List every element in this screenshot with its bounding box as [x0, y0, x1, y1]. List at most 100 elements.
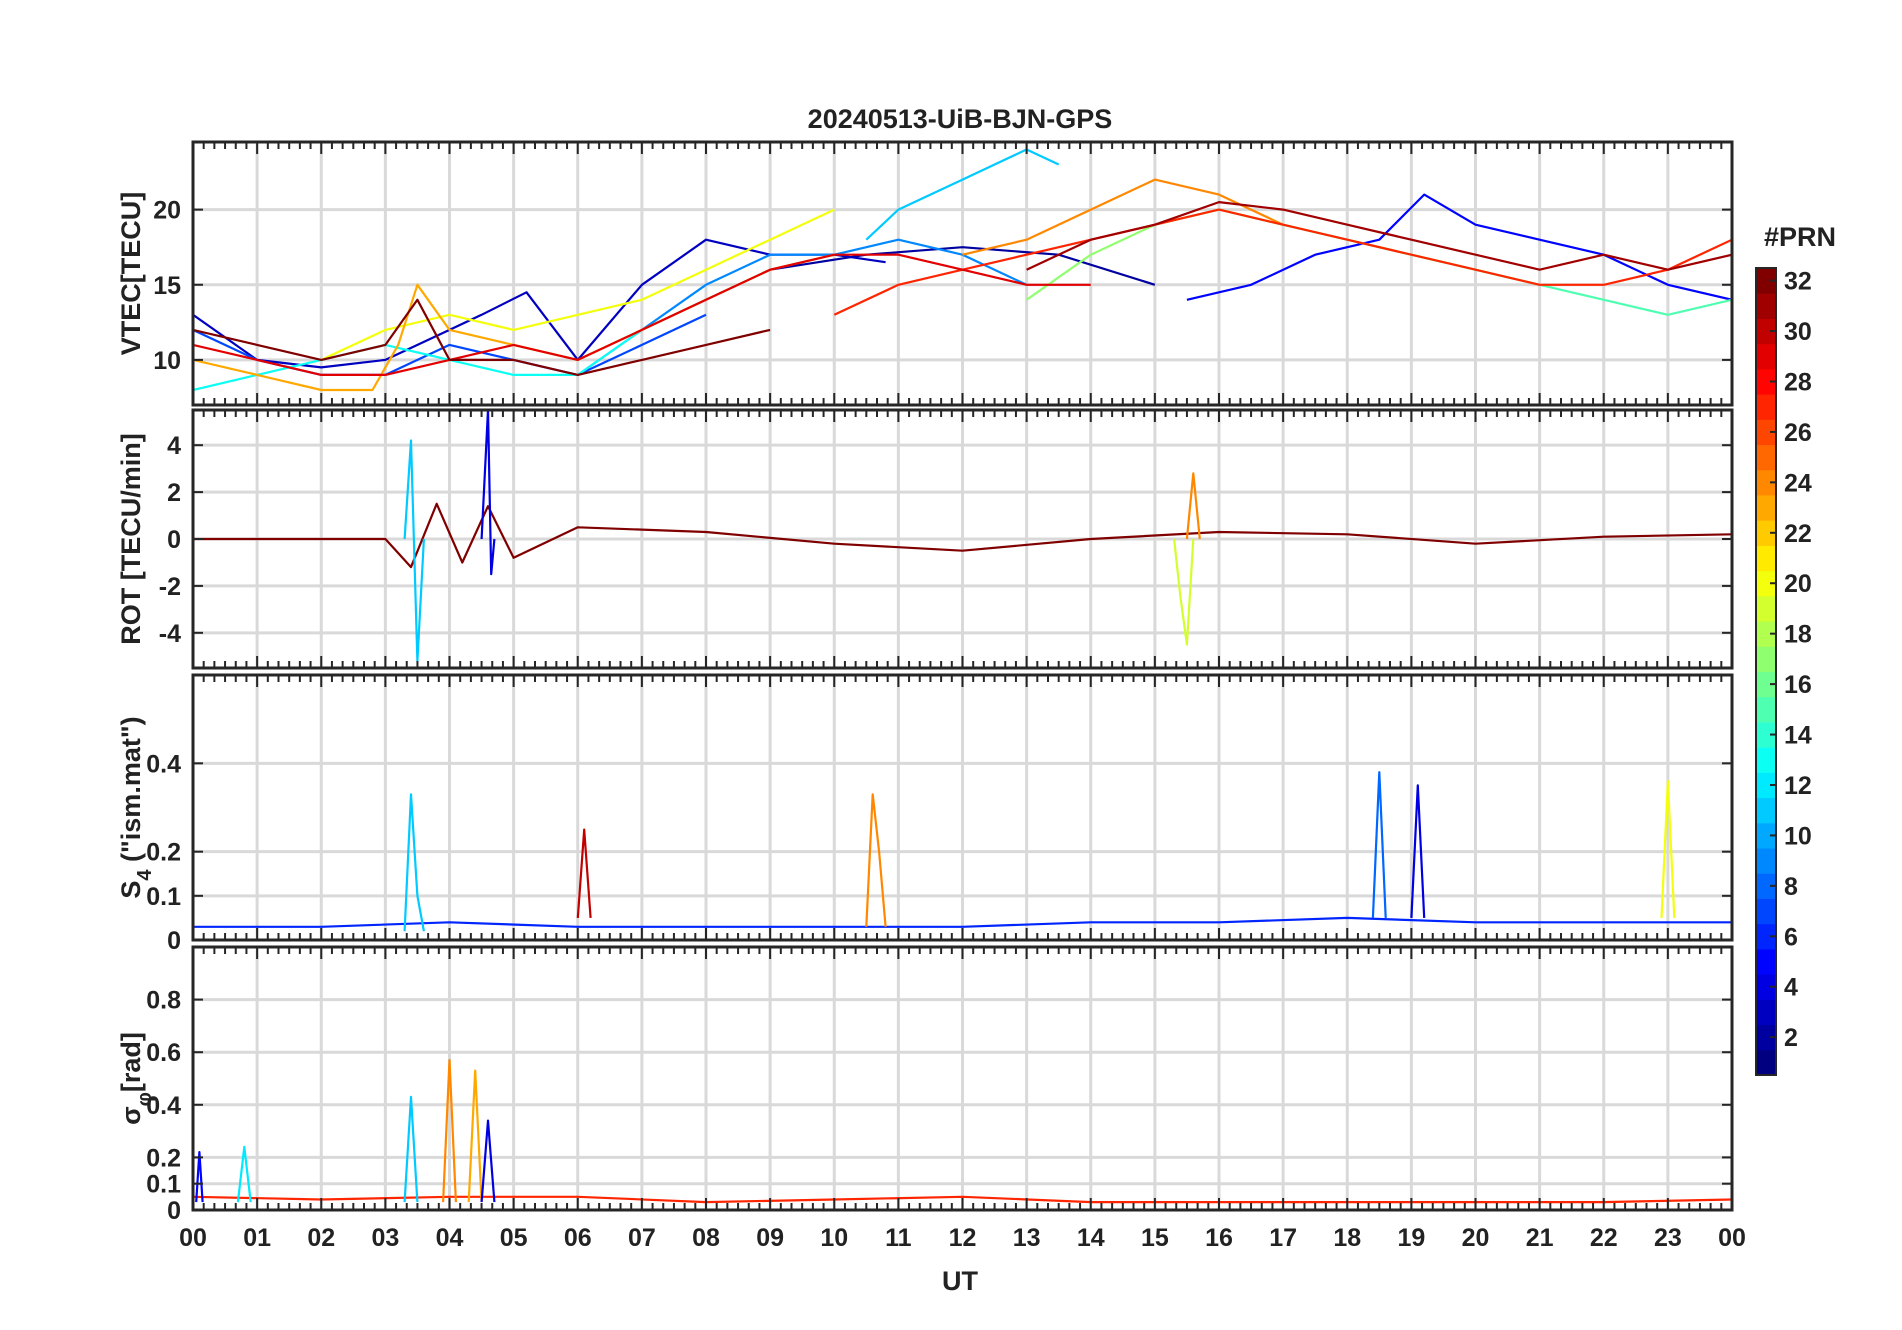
colorbar-swatch	[1756, 444, 1776, 471]
colorbar-swatch	[1756, 898, 1776, 925]
series-line-prn-4	[480, 1119, 496, 1203]
colorbar-tick-label: 26	[1784, 419, 1812, 447]
x-tick-label: 19	[1397, 1224, 1425, 1252]
x-tick-label: 23	[1654, 1224, 1682, 1252]
colorbar-swatch	[1756, 494, 1776, 521]
series-line-prn-24	[865, 793, 887, 927]
y-axis-title-sub: φ	[134, 1092, 156, 1106]
x-tick-label: 21	[1526, 1224, 1554, 1252]
y-axis-title-main: σ	[116, 1106, 146, 1124]
x-tick-label: 09	[756, 1224, 784, 1252]
y-tick-label: 20	[153, 197, 181, 225]
y-tick-label: 0.1	[146, 883, 181, 911]
panel-4: 00.10.20.40.60.8σφ[rad]00 01 02 03 04 05 06 07 0…	[116, 945, 1746, 1252]
y-tick-label: 0.8	[146, 987, 181, 1015]
colorbar-tick-label: 8	[1784, 873, 1798, 901]
y-tick-label: 0	[167, 1197, 181, 1225]
x-tick-label: 07	[628, 1224, 656, 1252]
series-line-prn-30	[576, 828, 592, 918]
y-axis-title-main: S	[116, 881, 146, 899]
x-tick-label: 11	[885, 1224, 912, 1252]
x-tick-label: 04	[436, 1224, 464, 1252]
colorbar-swatch	[1756, 948, 1776, 975]
series-line-prn-13	[193, 268, 771, 392]
x-tick-label: 03	[371, 1224, 399, 1252]
x-tick-label: 08	[692, 1224, 720, 1252]
colorbar-tick-label: 16	[1784, 671, 1812, 699]
colorbar-swatch	[1756, 545, 1776, 572]
series-line-prn-12	[236, 1145, 252, 1203]
series-line-prn-11	[403, 793, 425, 932]
y-tick-label: 0	[167, 927, 181, 955]
x-tick-label: 20	[1462, 1224, 1490, 1252]
colorbar: #PRN2468101214161820222426283032	[1755, 222, 1836, 1076]
colorbar-tick-label: 10	[1784, 822, 1812, 850]
colorbar-tick-label: 6	[1784, 923, 1798, 951]
y-axis-title: S4 ("ism.mat")	[116, 716, 156, 898]
x-tick-label: 01	[243, 1224, 271, 1252]
x-tick-label: 00	[179, 1224, 207, 1252]
colorbar-tick-label: 2	[1784, 1024, 1798, 1052]
x-tick-label: 18	[1333, 1224, 1361, 1252]
colorbar-tick-label: 20	[1784, 570, 1812, 598]
colorbar-tick-label: 24	[1784, 469, 1812, 497]
y-tick-label: 0	[167, 526, 181, 554]
colorbar-swatch	[1756, 797, 1776, 824]
series-line-prn-24	[962, 178, 1284, 256]
x-tick-label: 16	[1205, 1224, 1233, 1252]
colorbar-swatch	[1756, 848, 1776, 874]
x-tick-label: 17	[1269, 1224, 1297, 1252]
x-tick-label: 14	[1077, 1224, 1105, 1252]
colorbar-swatch	[1756, 343, 1776, 370]
colorbar-title: #PRN	[1764, 222, 1836, 252]
series-line-prn-19	[1173, 538, 1195, 646]
y-tick-label: 0.6	[146, 1039, 181, 1067]
colorbar-tick-label: 28	[1784, 368, 1812, 396]
colorbar-tick-label: 12	[1784, 772, 1812, 800]
x-tick-label: 05	[500, 1224, 528, 1252]
x-tick-label: 02	[307, 1224, 335, 1252]
y-tick-label: 4	[167, 432, 181, 460]
y-axis-title: VTEC[TECU]	[116, 192, 146, 356]
series-line-prn-11	[403, 439, 425, 663]
x-tick-label: 06	[564, 1224, 592, 1252]
colorbar-tick-label: 14	[1784, 722, 1812, 750]
colorbar-swatch	[1756, 1049, 1776, 1076]
y-tick-label: 0.2	[146, 839, 181, 867]
x-tick-label: 15	[1141, 1224, 1169, 1252]
x-axis-title: UT	[942, 1266, 978, 1296]
series-line-prn-9	[577, 238, 1028, 376]
series-line-prn-11	[403, 1095, 419, 1203]
x-tick-label: 22	[1590, 1224, 1618, 1252]
colorbar-tick-label: 18	[1784, 621, 1812, 649]
colorbar-tick-label: 32	[1784, 268, 1812, 296]
x-tick-label: 00	[1718, 1224, 1746, 1252]
figure: 20240513-UiB-BJN-GPS 101520VTEC[TECU]-4-…	[116, 104, 1836, 1296]
colorbar-swatch	[1756, 999, 1776, 1026]
colorbar-swatch	[1756, 595, 1776, 622]
x-tick-label: 13	[1013, 1224, 1041, 1252]
colorbar-tick-label: 22	[1784, 520, 1812, 548]
series-line-prn-5	[195, 1150, 204, 1203]
y-tick-label: 0.4	[146, 750, 181, 778]
panel-3: 0 0.1 0.2 0.4S4 ("ism.mat")	[116, 673, 1734, 955]
series-line-prn-3	[193, 238, 886, 369]
panels: 101520VTEC[TECU]-4-2024ROT [TECU/min]00.…	[116, 140, 1746, 1252]
y-tick-label: 0.1	[146, 1171, 181, 1199]
y-axis-title: ROT [TECU/min]	[116, 433, 146, 644]
y-tick-label: 10	[153, 347, 181, 375]
y-tick-label: 2	[167, 479, 181, 507]
colorbar-tick-label: 4	[1784, 974, 1798, 1002]
y-tick-label: 15	[153, 272, 181, 300]
y-axis-title-rest: [rad]	[116, 1032, 146, 1092]
colorbar-swatch	[1756, 394, 1776, 420]
colorbar-swatch	[1756, 646, 1776, 672]
colorbar-swatch	[1756, 293, 1776, 319]
y-tick-label: -4	[159, 620, 181, 648]
series-line-prn-24	[1185, 472, 1201, 540]
colorbar-tick-label: 30	[1784, 318, 1812, 346]
panel-1: 10 15 20VTEC[TECU]	[116, 140, 1734, 407]
y-tick-label: -2	[159, 573, 181, 601]
y-axis-title-rest: ("ism.mat")	[116, 716, 146, 869]
y-tick-label: 0.2	[146, 1144, 181, 1172]
